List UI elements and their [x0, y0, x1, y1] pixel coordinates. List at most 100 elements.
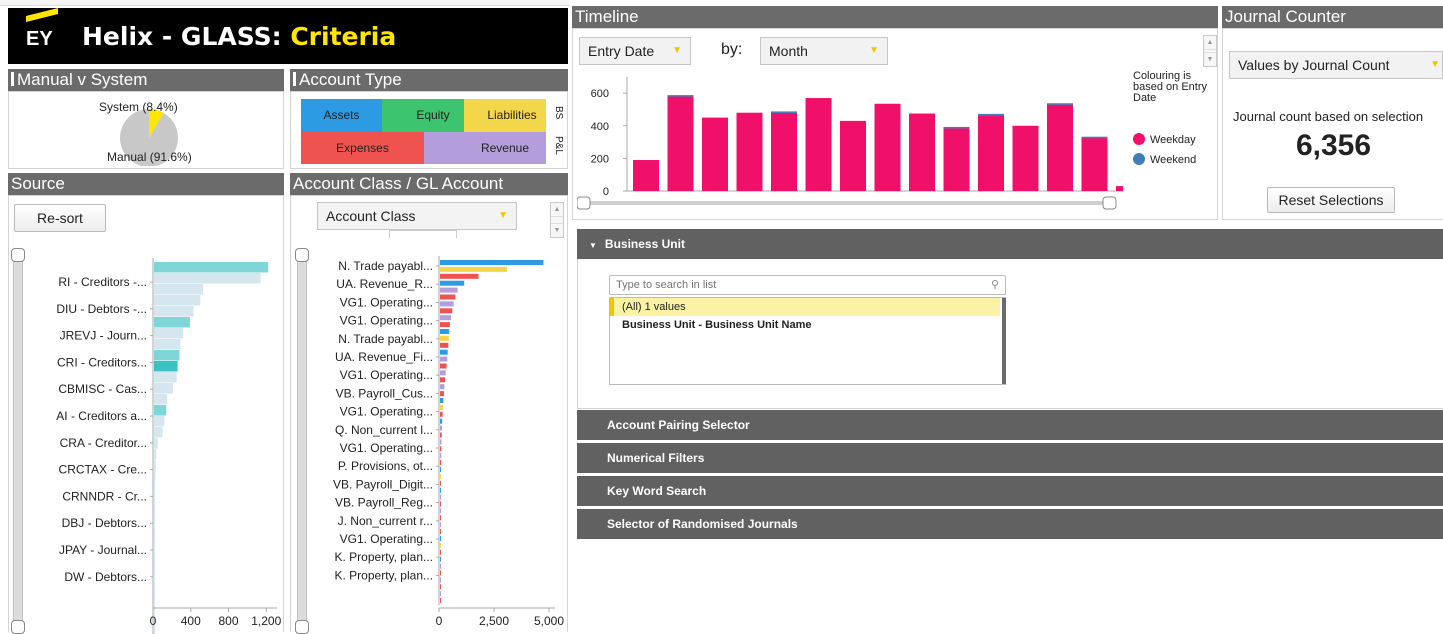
category-label: AI - Creditors a... [56, 409, 147, 423]
account-class-slider-top-handle[interactable] [295, 248, 309, 262]
y-tick-label: 200 [591, 153, 609, 165]
category-label: CRNNDR - Cr... [62, 489, 147, 503]
bar [440, 398, 444, 403]
timeline-scrollbar[interactable]: ▲ ▼ [1203, 35, 1217, 67]
account-class-bar-chart[interactable]: N. Trade payabl... UA. Revenue_R... VG1. O… [311, 256, 567, 634]
scroll-up-icon[interactable]: ▲ [1204, 36, 1216, 50]
category-label: P. Provisions, ot... [338, 459, 433, 473]
bar-weekday [1012, 125, 1039, 191]
business-unit-list-item[interactable]: Business Unit - Business Unit Name [610, 316, 1000, 334]
search-icon: ⚲ [990, 279, 999, 291]
bar-weekday [943, 128, 970, 191]
tile-revenue[interactable]: Revenue [424, 132, 546, 164]
tile-expenses[interactable]: Expenses [301, 132, 424, 164]
business-unit-header[interactable]: ▼ Business Unit [577, 229, 1443, 259]
manual-share-label: Manual (91.6%) [107, 150, 192, 164]
source-bar-chart[interactable]: RI - Creditors -... DIU - Debtors -... JRE… [27, 250, 283, 634]
business-unit-search[interactable]: ⚲ [609, 275, 1006, 295]
bar [440, 453, 442, 459]
bar [154, 482, 156, 493]
account-class-range-slider[interactable] [297, 254, 307, 626]
category-label: CRI - Creditors... [57, 355, 147, 369]
timeline-period-dropdown[interactable]: Month ▼ [760, 37, 888, 65]
bar [440, 370, 446, 376]
top-strip [0, 0, 570, 6]
bar [440, 308, 453, 314]
manual-v-system-header: Manual v System [8, 69, 284, 91]
bar-weekday [633, 160, 659, 191]
category-label: K. Property, plan... [335, 550, 434, 564]
bar [154, 460, 156, 471]
tile-assets[interactable]: Assets [301, 99, 382, 132]
category-label: CBMISC - Cas... [58, 382, 147, 396]
timeline-range-track [579, 201, 1113, 205]
category-label: N. Trade payabl... [338, 259, 433, 273]
bar [440, 508, 441, 514]
x-tick-label: 2,500 [479, 614, 509, 628]
bar-weekend [1081, 136, 1108, 139]
legend-weekend-label: Weekend [1150, 154, 1197, 166]
timeline-header: Timeline [572, 6, 1218, 28]
ey-logo: EY [26, 8, 64, 54]
legend-weekday[interactable]: Weekday [1133, 133, 1196, 146]
x-tick-label: 800 [219, 614, 239, 628]
bar [440, 418, 443, 424]
journal-counter-dropdown-value: Values by Journal Count [1238, 57, 1390, 73]
source-title: Source [11, 174, 65, 193]
x-tick-label: 5,000 [534, 614, 564, 628]
bar [440, 260, 544, 265]
bar [440, 515, 441, 521]
category-label: VG1. Operating... [340, 295, 433, 309]
bar [440, 577, 441, 583]
bar [154, 537, 155, 548]
bar [154, 394, 168, 405]
tile-equity[interactable]: Equity [382, 99, 464, 132]
category-label: CRA - Creditor... [60, 436, 147, 450]
category-label: DW - Debtors... [64, 570, 147, 584]
timeline-bar-chart[interactable]: 0 200 400 600 [577, 75, 1123, 215]
ey-logo-beam [26, 8, 58, 22]
source-range-slider[interactable] [13, 254, 23, 626]
reset-selections-button[interactable]: Reset Selections [1267, 187, 1395, 213]
bar [154, 328, 184, 339]
bar [154, 438, 158, 449]
key-word-search-header[interactable]: Key Word Search [577, 476, 1443, 506]
x-tick-label: 0 [436, 614, 443, 628]
business-unit-list-item-all[interactable]: (All) 1 values [610, 298, 1000, 316]
dropdown-shadow-box [389, 230, 457, 238]
bar [154, 559, 155, 570]
bar [154, 383, 173, 394]
category-label: VB. Payroll_Cus... [336, 386, 433, 400]
timeline-field-dropdown[interactable]: Entry Date ▼ [579, 37, 691, 65]
bar-weekday [1116, 186, 1123, 191]
business-unit-search-input[interactable] [610, 276, 970, 294]
business-unit-title: Business Unit [604, 237, 685, 251]
bar [440, 439, 442, 445]
account-class-scrollbar[interactable]: ▲ ▼ [550, 202, 564, 238]
journal-counter-header: Journal Counter [1222, 6, 1443, 28]
scroll-up-icon[interactable]: ▲ [551, 203, 563, 217]
numerical-filters-header[interactable]: Numerical Filters [577, 443, 1443, 473]
y-tick-label: 0 [603, 186, 609, 198]
bar [154, 262, 269, 273]
scroll-down-icon[interactable]: ▼ [1204, 52, 1216, 66]
resort-button[interactable]: Re-sort [14, 204, 106, 232]
category-label: VB. Payroll_Reg... [335, 496, 433, 510]
journal-counter-dropdown[interactable]: Values by Journal Count ▼ [1229, 51, 1443, 79]
source-slider-top-handle[interactable] [11, 248, 25, 262]
business-unit-list-scrollbar[interactable] [1002, 298, 1006, 384]
account-class-panel: Account Class ▼ ▲ ▼ N. Trade payabl... UA… [290, 195, 568, 634]
scroll-down-icon[interactable]: ▼ [551, 223, 563, 237]
tile-liabilities[interactable]: Liabilities [464, 99, 546, 132]
bar [440, 301, 454, 307]
bar [154, 548, 155, 559]
account-class-dropdown[interactable]: Account Class ▼ [317, 202, 517, 230]
category-label: UA. Revenue_Fi... [335, 350, 433, 364]
account-pairing-selector-header[interactable]: Account Pairing Selector [577, 410, 1443, 440]
bar [440, 487, 441, 493]
legend-weekend[interactable]: Weekend [1133, 153, 1196, 166]
bar [440, 536, 441, 541]
bar [440, 377, 446, 383]
banner-title-prefix: Helix - GLASS: [82, 22, 282, 51]
selector-of-randomised-journals-header[interactable]: Selector of Randomised Journals [577, 509, 1443, 539]
